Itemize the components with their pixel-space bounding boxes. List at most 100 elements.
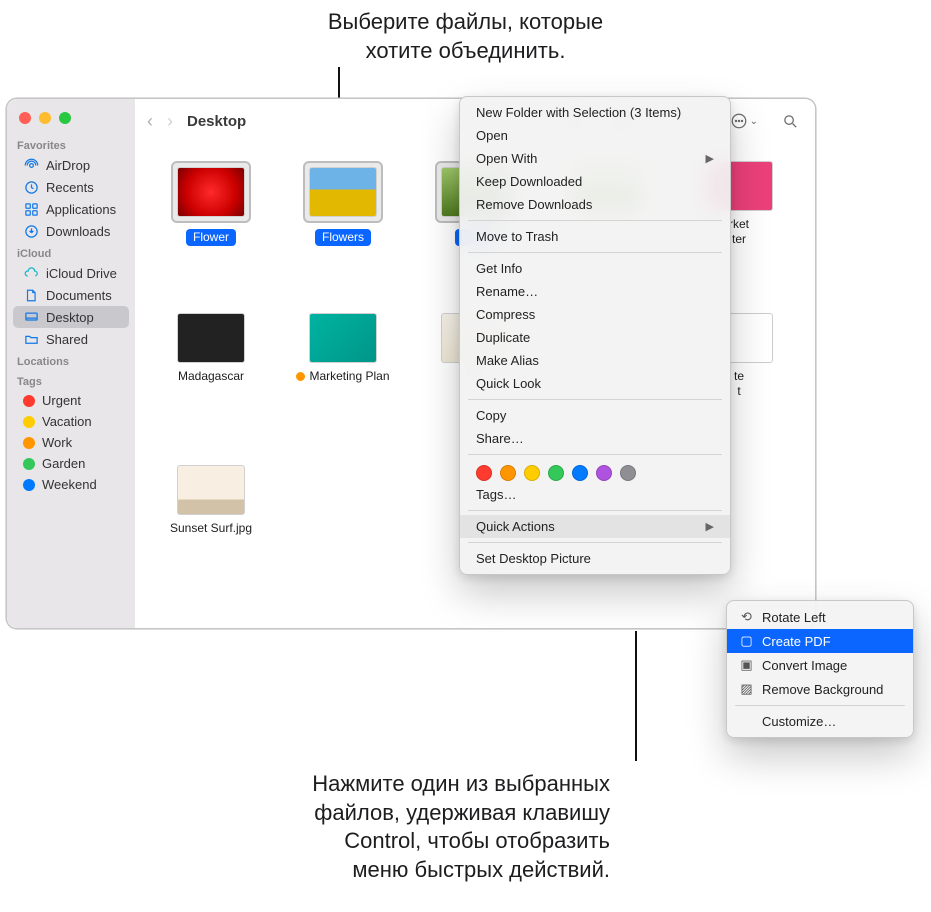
- thumbnail: [177, 313, 245, 363]
- more-button[interactable]: ⌄: [726, 110, 762, 132]
- menu-compress[interactable]: Compress: [460, 303, 730, 326]
- tag-color-green[interactable]: [548, 465, 564, 481]
- sidebar-item-documents[interactable]: Documents: [13, 284, 129, 306]
- submenu-customize[interactable]: Customize…: [727, 710, 913, 733]
- file-item[interactable]: Flower: [149, 161, 273, 291]
- menu-new-folder-selection[interactable]: New Folder with Selection (3 Items): [460, 101, 730, 124]
- menu-quick-look[interactable]: Quick Look: [460, 372, 730, 395]
- tag-color-yellow[interactable]: [524, 465, 540, 481]
- file-item[interactable]: Madagascar: [149, 313, 273, 443]
- sidebar-tag-garden[interactable]: Garden: [13, 453, 129, 474]
- menu-quick-actions[interactable]: Quick Actions▶: [460, 515, 730, 538]
- tag-dot-green: [23, 458, 35, 470]
- image-icon: ▣: [739, 657, 754, 673]
- zoom-button[interactable]: [59, 112, 71, 124]
- sidebar-item-shared[interactable]: Shared: [13, 328, 129, 350]
- tag-color-blue[interactable]: [572, 465, 588, 481]
- menu-open-with[interactable]: Open With▶: [460, 147, 730, 170]
- menu-share[interactable]: Share…: [460, 427, 730, 450]
- menu-set-desktop-picture[interactable]: Set Desktop Picture: [460, 547, 730, 570]
- sidebar-item-label: Work: [42, 435, 72, 450]
- chevron-right-icon: ▶: [706, 152, 714, 165]
- file-name: Flower: [186, 229, 236, 246]
- file-item[interactable]: Sunset Surf.jpg: [149, 465, 273, 595]
- location-title: Desktop: [187, 113, 246, 130]
- sidebar-section-favorites: Favorites: [7, 134, 135, 154]
- menu-separator: [468, 510, 722, 511]
- menu-get-info[interactable]: Get Info: [460, 257, 730, 280]
- sidebar-item-label: Shared: [46, 332, 88, 347]
- tag-color-orange[interactable]: [500, 465, 516, 481]
- submenu-convert-image[interactable]: ▣Convert Image: [727, 653, 913, 677]
- close-button[interactable]: [19, 112, 31, 124]
- doc-icon: [23, 287, 39, 303]
- nav-buttons: ‹ ›: [147, 111, 173, 132]
- sidebar-item-applications[interactable]: Applications: [13, 198, 129, 220]
- sidebar-item-label: Urgent: [42, 393, 81, 408]
- tag-color-gray[interactable]: [620, 465, 636, 481]
- tag-dot-blue: [23, 479, 35, 491]
- file-name: tet: [734, 369, 744, 399]
- sidebar-item-label: Applications: [46, 202, 116, 217]
- sidebar-item-label: Vacation: [42, 414, 92, 429]
- menu-rename[interactable]: Rename…: [460, 280, 730, 303]
- thumbnail-selected: [171, 161, 251, 223]
- sidebar-item-label: Garden: [42, 456, 85, 471]
- menu-remove-downloads[interactable]: Remove Downloads: [460, 193, 730, 216]
- tag-color-red[interactable]: [476, 465, 492, 481]
- menu-tags[interactable]: Tags…: [460, 483, 730, 506]
- menu-separator: [735, 705, 905, 706]
- file-item[interactable]: Flowers: [281, 161, 405, 291]
- sidebar-tag-urgent[interactable]: Urgent: [13, 390, 129, 411]
- submenu-remove-background[interactable]: ▨Remove Background: [727, 677, 913, 701]
- thumbnail: [177, 465, 245, 515]
- menu-duplicate[interactable]: Duplicate: [460, 326, 730, 349]
- forward-button[interactable]: ›: [167, 111, 173, 132]
- search-button[interactable]: [778, 111, 803, 132]
- sidebar-section-tags: Tags: [7, 370, 135, 390]
- menu-move-to-trash[interactable]: Move to Trash: [460, 225, 730, 248]
- sidebar-item-label: Weekend: [42, 477, 97, 492]
- tag-dot-yellow: [23, 416, 35, 428]
- apps-icon: [23, 201, 39, 217]
- sidebar-tag-vacation[interactable]: Vacation: [13, 411, 129, 432]
- desktop-icon: [23, 309, 39, 325]
- sidebar-item-label: AirDrop: [46, 158, 90, 173]
- sidebar-item-label: Desktop: [46, 310, 94, 325]
- chevron-right-icon: ▶: [706, 520, 714, 533]
- back-button[interactable]: ‹: [147, 111, 153, 132]
- airdrop-icon: [23, 157, 39, 173]
- file-item[interactable]: Marketing Plan: [281, 313, 405, 443]
- menu-separator: [468, 542, 722, 543]
- doc-icon: ▢: [739, 633, 754, 649]
- sidebar-item-recents[interactable]: Recents: [13, 176, 129, 198]
- minimize-button[interactable]: [39, 112, 51, 124]
- menu-separator: [468, 220, 722, 221]
- sidebar-tag-work[interactable]: Work: [13, 432, 129, 453]
- menu-tag-colors: [460, 459, 730, 483]
- tag-dot-red: [23, 395, 35, 407]
- sidebar-tag-weekend[interactable]: Weekend: [13, 474, 129, 495]
- menu-open[interactable]: Open: [460, 124, 730, 147]
- sidebar-item-desktop[interactable]: Desktop: [13, 306, 129, 328]
- cloud-icon: [23, 265, 39, 281]
- sidebar-section-icloud: iCloud: [7, 242, 135, 262]
- file-name: Sunset Surf.jpg: [170, 521, 252, 536]
- menu-keep-downloaded[interactable]: Keep Downloaded: [460, 170, 730, 193]
- menu-separator: [468, 399, 722, 400]
- sidebar-item-airdrop[interactable]: AirDrop: [13, 154, 129, 176]
- sidebar-section-locations: Locations: [7, 350, 135, 370]
- sidebar-item-icloud-drive[interactable]: iCloud Drive: [13, 262, 129, 284]
- sidebar-item-label: Downloads: [46, 224, 110, 239]
- submenu-rotate-left[interactable]: ⟲Rotate Left: [727, 605, 913, 629]
- context-menu: New Folder with Selection (3 Items) Open…: [459, 96, 731, 575]
- annotation-bottom: Нажмите один из выбранных файлов, удержи…: [105, 770, 610, 884]
- sidebar-item-downloads[interactable]: Downloads: [13, 220, 129, 242]
- remove-bg-icon: ▨: [739, 681, 754, 697]
- menu-copy[interactable]: Copy: [460, 404, 730, 427]
- sidebar-item-label: iCloud Drive: [46, 266, 117, 281]
- submenu-create-pdf[interactable]: ▢Create PDF: [727, 629, 913, 653]
- file-name: Madagascar: [178, 369, 244, 384]
- tag-color-purple[interactable]: [596, 465, 612, 481]
- menu-make-alias[interactable]: Make Alias: [460, 349, 730, 372]
